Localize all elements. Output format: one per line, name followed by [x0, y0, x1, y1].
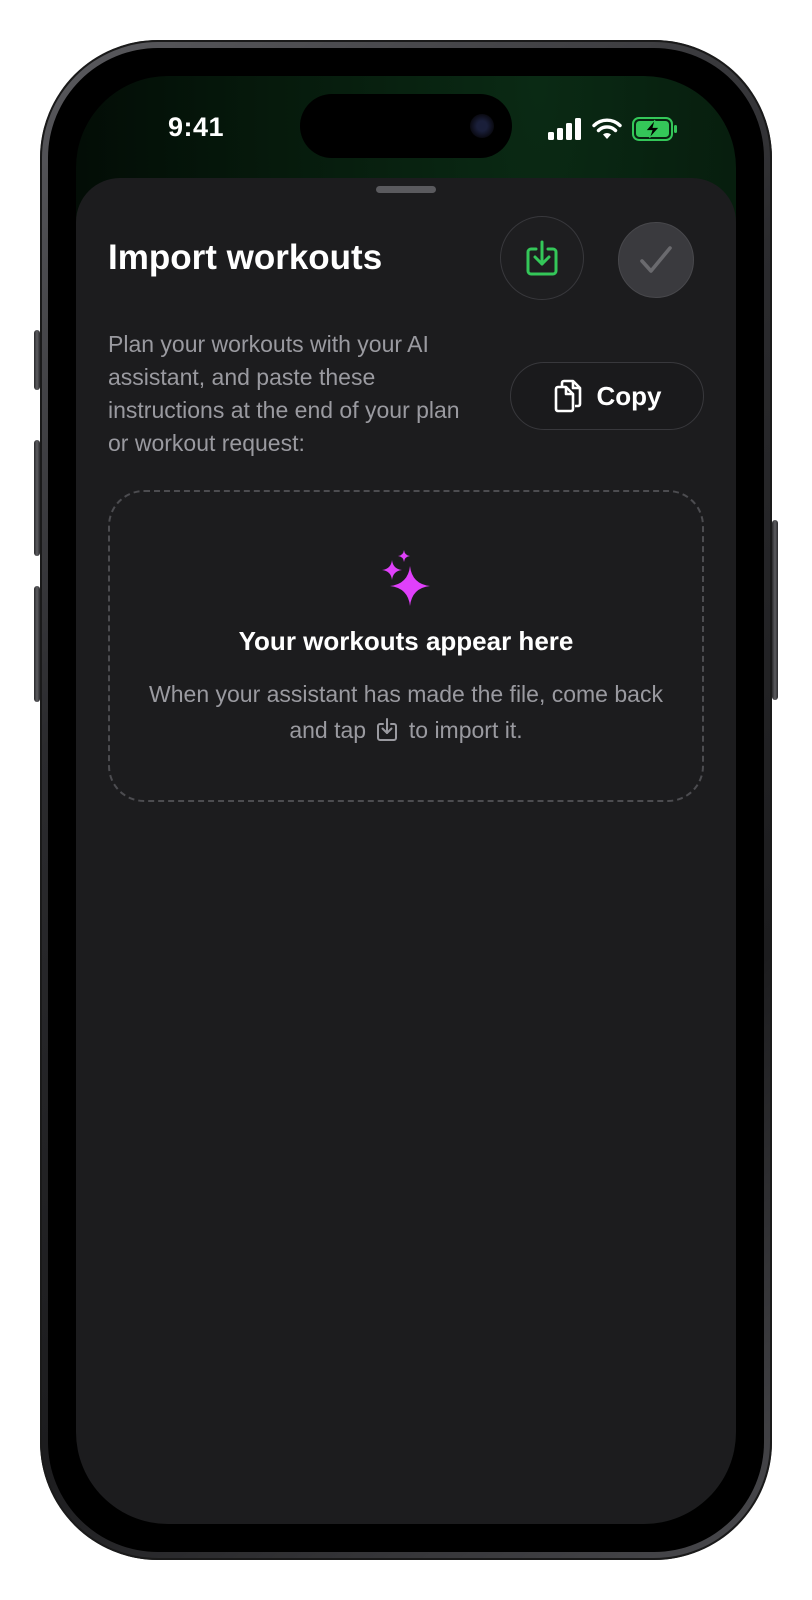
sparkle-icon — [382, 550, 430, 606]
status-time: 9:41 — [168, 112, 225, 142]
sheet-title: Import workouts — [108, 238, 383, 277]
screen: 9:41 Import workouts Plan your workouts … — [76, 76, 736, 1524]
import-button[interactable] — [500, 216, 584, 300]
workouts-dropzone: Your workouts appear here When your assi… — [108, 490, 704, 802]
volume-up-button — [34, 440, 40, 556]
copy-button[interactable]: Copy — [510, 362, 704, 430]
done-button[interactable] — [618, 222, 694, 298]
volume-down-button — [34, 586, 40, 702]
status-bar: 9:41 — [76, 76, 736, 186]
dynamic-island — [300, 94, 512, 158]
front-camera — [470, 114, 494, 138]
wifi-icon — [592, 118, 622, 139]
import-icon — [526, 240, 558, 276]
inline-import-icon — [376, 716, 398, 752]
empty-state-title: Your workouts appear here — [238, 626, 574, 656]
sheet-grabber[interactable] — [376, 186, 436, 193]
instructions-text: Plan your workouts with your AI assistan… — [108, 331, 460, 456]
copy-button-label: Copy — [596, 380, 662, 411]
power-button — [772, 520, 778, 700]
empty-state-body: When your assistant has made the file, c… — [140, 676, 672, 752]
status-icons — [548, 116, 678, 142]
bezel: 9:41 Import workouts Plan your workouts … — [48, 48, 764, 1552]
copy-icon — [554, 379, 581, 413]
phone-frame: 9:41 Import workouts Plan your workouts … — [34, 40, 778, 1560]
empty-state-body-start: When your assistant has made the file, c… — [149, 681, 663, 743]
empty-state-body-end: to import it. — [408, 717, 523, 743]
action-button — [34, 330, 40, 390]
battery-charging-icon — [632, 117, 677, 141]
checkmark-icon — [640, 246, 672, 273]
cellular-signal-icon — [548, 118, 581, 140]
import-sheet: Import workouts Plan your workouts with … — [76, 178, 736, 1524]
